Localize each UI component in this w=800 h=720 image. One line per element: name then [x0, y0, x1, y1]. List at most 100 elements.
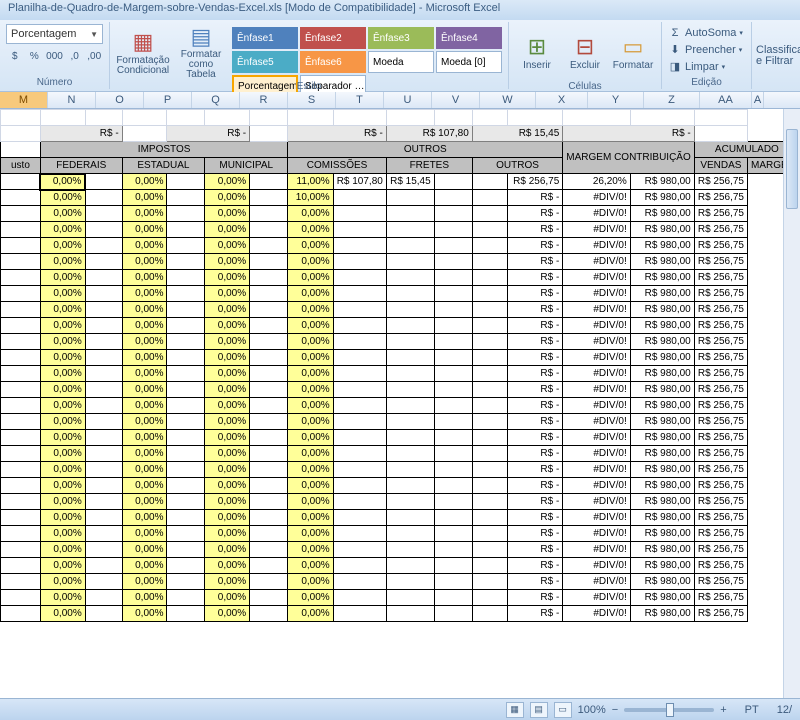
cell[interactable]: R$ - [508, 446, 563, 462]
cell[interactable]: R$ - [40, 126, 122, 142]
cell[interactable] [85, 414, 122, 430]
cell[interactable] [122, 126, 167, 142]
cell[interactable]: 11,00% [288, 174, 333, 190]
cell[interactable] [85, 558, 122, 574]
cell[interactable] [386, 462, 434, 478]
cell[interactable] [250, 110, 288, 126]
col-header-AA[interactable]: AA [700, 92, 752, 108]
cell[interactable]: 0,00% [288, 510, 333, 526]
cell[interactable]: 0,00% [205, 558, 250, 574]
cell[interactable] [694, 110, 747, 126]
cell[interactable]: OUTROS [472, 158, 563, 174]
cell[interactable]: R$ 256,75 [694, 606, 747, 622]
cell[interactable] [250, 574, 288, 590]
cell[interactable]: R$ - [508, 270, 563, 286]
cell[interactable]: R$ 256,75 [694, 510, 747, 526]
cell[interactable] [333, 510, 386, 526]
cell[interactable] [333, 254, 386, 270]
col-header-Y[interactable]: Y [588, 92, 644, 108]
cell[interactable]: R$ 980,00 [630, 478, 694, 494]
cell[interactable] [167, 382, 205, 398]
cell[interactable]: 0,00% [122, 606, 167, 622]
percent-icon[interactable]: % [26, 47, 44, 65]
cell[interactable] [333, 270, 386, 286]
style-enfase1[interactable]: Ênfase1 [232, 27, 298, 49]
col-header-P[interactable]: P [144, 92, 192, 108]
cell[interactable]: 0,00% [122, 510, 167, 526]
cell[interactable] [386, 430, 434, 446]
cell[interactable]: 0,00% [40, 190, 85, 206]
cell[interactable]: 0,00% [288, 238, 333, 254]
col-header-X[interactable]: X [536, 92, 588, 108]
cell[interactable] [386, 542, 434, 558]
cell[interactable]: #DIV/0! [563, 350, 630, 366]
cell[interactable] [434, 350, 472, 366]
cell[interactable]: 0,00% [288, 478, 333, 494]
cell[interactable] [434, 366, 472, 382]
cell[interactable]: R$ - [508, 414, 563, 430]
cell[interactable]: #DIV/0! [563, 478, 630, 494]
cell[interactable]: 0,00% [205, 270, 250, 286]
thousands-icon[interactable]: 000 [45, 47, 64, 65]
cell[interactable] [333, 350, 386, 366]
cell[interactable]: 0,00% [122, 542, 167, 558]
cell[interactable] [250, 206, 288, 222]
cell[interactable]: #DIV/0! [563, 334, 630, 350]
cell[interactable]: 0,00% [205, 174, 250, 190]
cell[interactable]: 0,00% [40, 350, 85, 366]
cell[interactable] [122, 110, 167, 126]
cell[interactable]: FRETES [386, 158, 472, 174]
cell[interactable]: 0,00% [288, 302, 333, 318]
cell[interactable] [1, 574, 41, 590]
dec-decimal-icon[interactable]: ,00 [85, 47, 103, 65]
cell[interactable] [167, 494, 205, 510]
cell[interactable]: 0,00% [122, 318, 167, 334]
cell[interactable] [434, 606, 472, 622]
cell[interactable]: R$ 980,00 [630, 190, 694, 206]
cell[interactable] [333, 446, 386, 462]
cell[interactable]: R$ - [508, 382, 563, 398]
cell[interactable]: R$ - [508, 574, 563, 590]
cell[interactable]: #DIV/0! [563, 302, 630, 318]
cell[interactable]: R$ 256,75 [508, 174, 563, 190]
cell[interactable]: R$ 980,00 [630, 510, 694, 526]
cell[interactable] [85, 542, 122, 558]
cell[interactable]: 0,00% [205, 222, 250, 238]
cell[interactable] [472, 574, 508, 590]
cell[interactable]: #DIV/0! [563, 494, 630, 510]
cell[interactable] [1, 430, 41, 446]
cell[interactable] [250, 606, 288, 622]
cell[interactable]: R$ 256,75 [694, 382, 747, 398]
cell[interactable] [434, 174, 472, 190]
cell[interactable]: #DIV/0! [563, 398, 630, 414]
cell[interactable] [434, 190, 472, 206]
cell[interactable] [333, 462, 386, 478]
cell[interactable]: 0,00% [205, 334, 250, 350]
cell[interactable] [1, 190, 41, 206]
cell[interactable]: FEDERAIS [40, 158, 122, 174]
cell[interactable] [250, 126, 288, 142]
cell[interactable]: 0,00% [205, 238, 250, 254]
cell[interactable]: R$ 256,75 [694, 286, 747, 302]
cell[interactable]: R$ 980,00 [630, 366, 694, 382]
cell[interactable] [472, 110, 508, 126]
col-header-N[interactable]: N [48, 92, 96, 108]
cell[interactable] [333, 494, 386, 510]
cell[interactable]: 0,00% [122, 590, 167, 606]
cell[interactable] [386, 574, 434, 590]
cell[interactable] [333, 318, 386, 334]
cell[interactable] [434, 222, 472, 238]
cell[interactable] [250, 430, 288, 446]
cell[interactable] [333, 574, 386, 590]
cell[interactable] [167, 414, 205, 430]
cell[interactable]: R$ 980,00 [630, 526, 694, 542]
cell[interactable] [434, 574, 472, 590]
cell[interactable]: R$ - [508, 590, 563, 606]
cell[interactable]: 0,00% [205, 286, 250, 302]
cell[interactable]: 0,00% [122, 206, 167, 222]
cell[interactable]: 0,00% [288, 606, 333, 622]
cell[interactable]: R$ 980,00 [630, 174, 694, 190]
cell[interactable] [333, 286, 386, 302]
cell-styles-gallery[interactable]: Ênfase1 Ênfase2 Ênfase3 Ênfase4 Ênfase5 … [232, 27, 502, 77]
cell[interactable]: R$ 980,00 [630, 606, 694, 622]
